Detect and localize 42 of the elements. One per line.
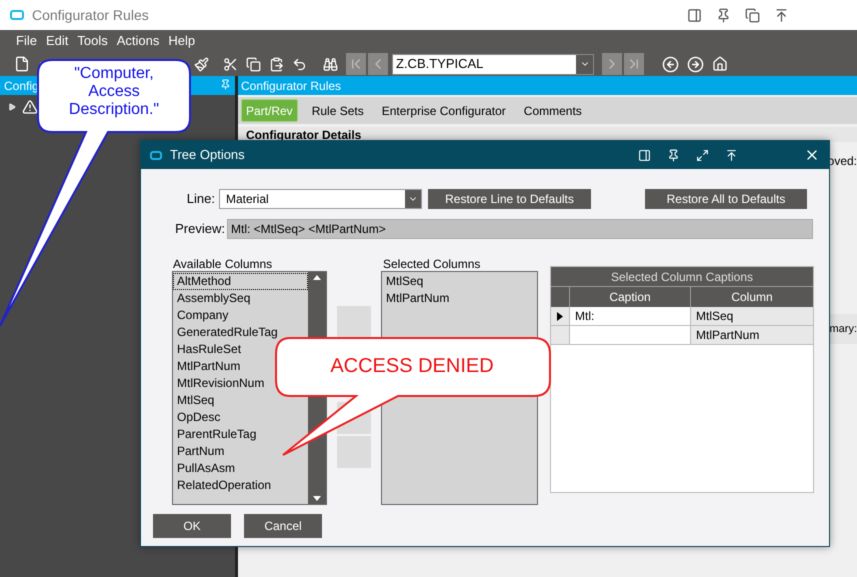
list-item[interactable]: GeneratedRuleTag <box>173 324 308 341</box>
panel-title: Configurator Rules <box>241 78 342 94</box>
tab[interactable]: Comments <box>520 99 586 122</box>
list-item[interactable]: MtlSeq <box>173 392 308 409</box>
list-item[interactable]: AssemblySeq <box>173 290 308 307</box>
tooltip-text: ACCESS DENIED <box>329 354 495 378</box>
table-cell: MtlPartNum <box>691 326 813 344</box>
menu-item[interactable]: Tools <box>77 31 108 51</box>
list-item[interactable]: OpDesc <box>173 409 308 426</box>
column-header: Caption <box>570 287 691 307</box>
dialog-button[interactable]: OK <box>153 514 231 538</box>
restore-line-button[interactable]: Restore Line to Defaults <box>428 189 591 209</box>
field-label: mary: <box>830 322 857 337</box>
menu-item[interactable]: Edit <box>46 31 68 51</box>
section-title: Configurator Details <box>246 126 362 144</box>
field-label: Preview: <box>174 220 226 238</box>
window-title: Configurator Rules <box>32 6 149 25</box>
grid-title: Selected Column Captions <box>551 267 813 287</box>
menu-item[interactable]: File <box>16 31 37 51</box>
list-item[interactable]: Company <box>173 307 308 324</box>
list-title: Available Columns <box>173 257 274 271</box>
list-item[interactable]: MtlPartNum <box>382 290 537 307</box>
list-title: Selected Columns <box>383 257 482 271</box>
tooltip-text: "Computer, Access Description." <box>68 65 160 119</box>
tab[interactable]: Enterprise Configurator <box>378 99 510 122</box>
field-label: Line: <box>186 190 216 208</box>
menu-item[interactable]: Help <box>168 31 196 51</box>
column-header: Column <box>691 287 813 307</box>
tab[interactable]: Rule Sets <box>308 99 368 122</box>
list-item[interactable]: MtlSeq <box>382 273 537 290</box>
list-item[interactable]: RelatedOperation <box>173 477 308 494</box>
table-cell: MtlSeq <box>691 307 813 325</box>
restore-all-button[interactable]: Restore All to Defaults <box>645 189 807 209</box>
menu-item[interactable]: Actions <box>116 31 160 51</box>
list-item[interactable]: PullAsAsm <box>173 460 308 477</box>
line-dropdown[interactable]: Material <box>219 189 422 209</box>
list-item[interactable]: PartNum <box>173 443 308 460</box>
preview-field: Mtl: <MtlSeq> <MtlPartNum> <box>227 219 813 239</box>
dialog-button[interactable]: Cancel <box>244 514 322 538</box>
dialog-title: Tree Options <box>170 146 245 164</box>
list-item[interactable]: ParentRuleTag <box>173 426 308 443</box>
record-field[interactable]: Z.CB.TYPICAL <box>392 54 594 74</box>
